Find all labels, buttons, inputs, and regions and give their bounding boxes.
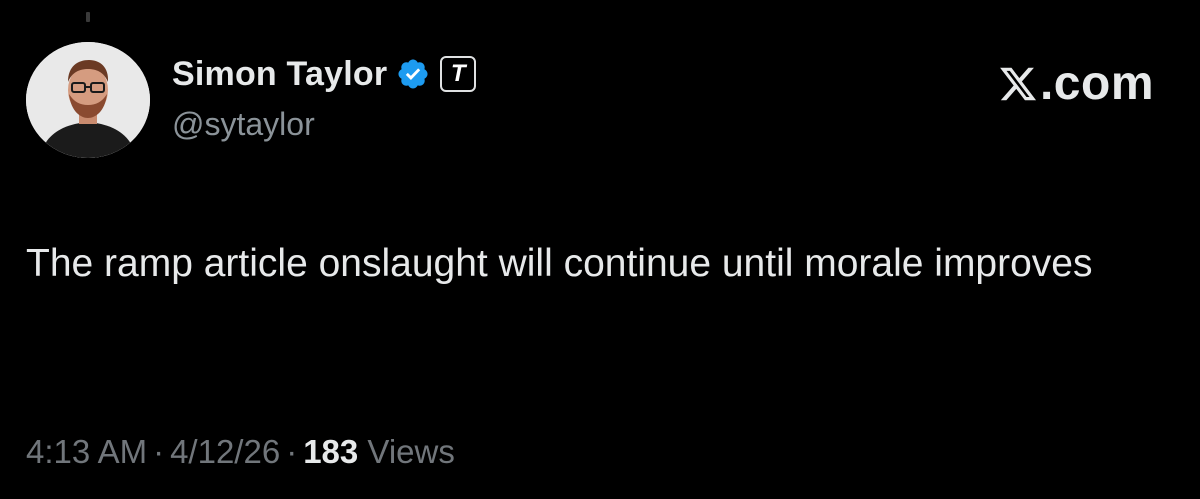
affiliate-badge[interactable]: T [440,56,477,92]
profile-photo [26,42,150,158]
top-edge-marker [86,12,90,22]
tweet-meta: 4:13 AM · 4/12/26 · 183 Views [26,430,455,474]
avatar[interactable] [26,42,150,158]
tweet-date[interactable]: 4/12/26 [170,433,280,470]
author-display-name[interactable]: Simon Taylor [172,52,387,96]
meta-separator: · [286,433,298,470]
meta-separator: · [153,433,165,470]
brand-domain-text: .com [1039,57,1154,110]
views-label[interactable]: Views [367,433,454,470]
x-logo-icon [998,64,1038,104]
brand-watermark: .com [998,58,1154,110]
author-name-row: Simon Taylor T [172,52,477,96]
views-count[interactable]: 183 [303,433,358,470]
tweet-time[interactable]: 4:13 AM [26,433,147,470]
tweet-text: The ramp article onslaught will continue… [26,242,1093,285]
verified-badge-icon[interactable] [396,57,430,91]
author-handle[interactable]: @sytaylor [172,104,315,144]
